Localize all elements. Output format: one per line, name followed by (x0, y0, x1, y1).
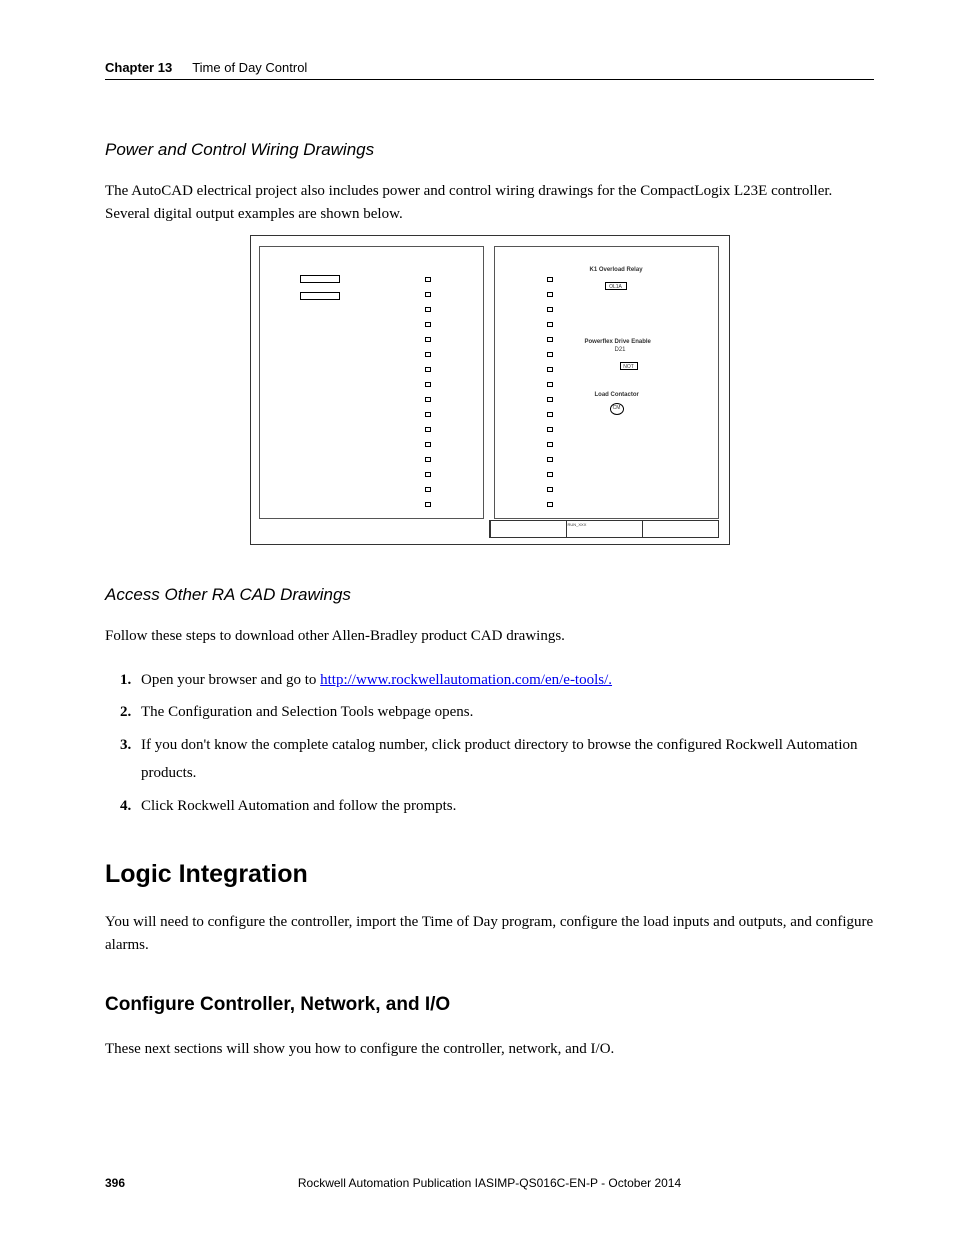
diagram-container: K1 Overload Relay OL1A Powerflex Drive E… (105, 235, 874, 545)
label-d21: D21 (615, 347, 626, 353)
para-access-cad: Follow these steps to download other All… (105, 625, 874, 648)
titleblock-cell-2: RUN_XXX (566, 521, 642, 537)
comp-ol1a: OL1A (605, 282, 627, 290)
para-power-control: The AutoCAD electrical project also incl… (105, 180, 874, 225)
steps-list: Open your browser and go to http://www.r… (135, 666, 874, 821)
chapter-label: Chapter 13 (105, 60, 172, 75)
diagram-panel-right: K1 Overload Relay OL1A Powerflex Drive E… (494, 246, 719, 519)
heading-configure-controller: Configure Controller, Network, and I/O (105, 994, 874, 1016)
subheading-power-control: Power and Control Wiring Drawings (105, 140, 874, 160)
chapter-title: Time of Day Control (192, 60, 307, 75)
titleblock-cell-3 (642, 521, 718, 537)
subheading-access-cad: Access Other RA CAD Drawings (105, 585, 874, 605)
para-logic-integration: You will need to configure the controlle… (105, 911, 874, 956)
label-contactor: Load Contactor (595, 392, 639, 398)
comp-not: NOT (620, 362, 638, 370)
step-3: If you don't know the complete catalog n… (135, 731, 874, 788)
step-2: The Configuration and Selection Tools we… (135, 698, 874, 727)
step-4: Click Rockwell Automation and follow the… (135, 792, 874, 821)
titleblock-cell-1 (490, 521, 566, 537)
heading-logic-integration: Logic Integration (105, 860, 874, 889)
page-number: 396 (105, 1176, 125, 1190)
publication-info: Rockwell Automation Publication IASIMP-Q… (298, 1176, 681, 1190)
diagram-titleblock: RUN_XXX (489, 520, 719, 538)
step-1: Open your browser and go to http://www.r… (135, 666, 874, 695)
page-header: Chapter 13 Time of Day Control (105, 60, 874, 80)
label-overload-relay: K1 Overload Relay (590, 267, 643, 273)
label-pf-enable: Powerflex Drive Enable (585, 339, 651, 345)
step-1-pre: Open your browser and go to (141, 672, 320, 688)
para-configure-controller: These next sections will show you how to… (105, 1038, 874, 1061)
etools-link[interactable]: http://www.rockwellautomation.com/en/e-t… (320, 672, 612, 688)
comp-cm: CM (610, 403, 624, 415)
wiring-diagram: K1 Overload Relay OL1A Powerflex Drive E… (250, 235, 730, 545)
diagram-panel-left (259, 246, 484, 519)
page-footer: 396 Rockwell Automation Publication IASI… (105, 1176, 874, 1190)
